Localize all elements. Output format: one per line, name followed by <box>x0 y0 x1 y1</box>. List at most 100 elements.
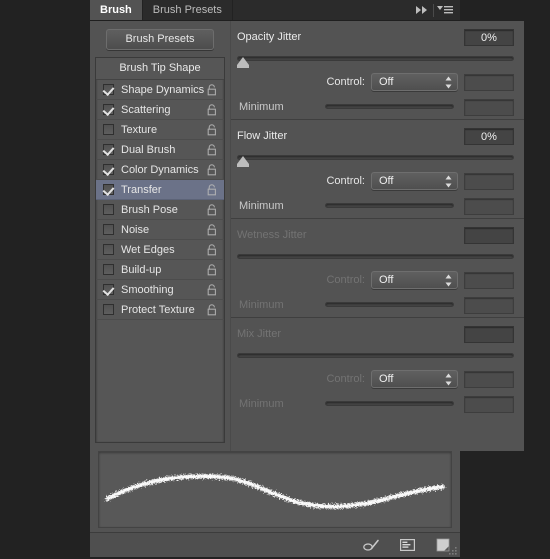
slider-track[interactable] <box>237 155 514 160</box>
brush-option-label: Transfer <box>121 183 162 196</box>
brush-option-label: Wet Edges <box>121 243 175 256</box>
minimum-row: Minimum <box>237 293 514 317</box>
jitter-section: Wetness Jitter Control: Off Minimum <box>231 218 524 317</box>
brush-option-checkbox[interactable] <box>103 204 114 215</box>
minimum-slider-track[interactable] <box>325 203 454 208</box>
lock-icon[interactable] <box>207 263 218 276</box>
minimum-label: Minimum <box>239 299 284 311</box>
brush-option-checkbox[interactable] <box>103 144 114 155</box>
tab-brush[interactable]: Brush <box>90 0 143 20</box>
lock-icon[interactable] <box>207 223 218 236</box>
lock-icon[interactable] <box>207 123 218 136</box>
lock-icon[interactable] <box>207 303 218 316</box>
brush-option-checkbox[interactable] <box>103 284 114 295</box>
brush-option-row[interactable]: Protect Texture <box>96 300 224 320</box>
brush-option-row[interactable]: Texture <box>96 120 224 140</box>
control-extra-field[interactable] <box>464 73 514 91</box>
brush-tip-shape-header[interactable]: Brush Tip Shape <box>96 58 224 80</box>
minimum-value-field[interactable] <box>464 98 514 116</box>
control-select[interactable]: Off <box>371 271 458 289</box>
section-slider[interactable] <box>237 152 514 167</box>
section-title: Wetness Jitter <box>237 229 307 241</box>
section-value-field[interactable]: 0% <box>464 28 514 46</box>
stepper-arrows-svg <box>445 175 452 188</box>
brush-option-checkbox[interactable] <box>103 244 114 255</box>
control-select[interactable]: Off <box>371 172 458 190</box>
slider-track[interactable] <box>237 56 514 61</box>
brush-option-checkbox[interactable] <box>103 264 114 275</box>
lock-icon[interactable] <box>207 83 218 96</box>
slider-thumb[interactable] <box>237 57 249 68</box>
brush-option-row[interactable]: Shape Dynamics <box>96 80 224 100</box>
minimum-slider[interactable] <box>317 397 456 411</box>
brush-option-row[interactable]: Smoothing <box>96 280 224 300</box>
panel-body: Brush Presets Brush Tip Shape Shape Dyna… <box>90 21 524 451</box>
tab-brush-presets[interactable]: Brush Presets <box>142 0 233 20</box>
brush-option-row[interactable]: Noise <box>96 220 224 240</box>
minimum-slider-track[interactable] <box>325 401 454 406</box>
minimum-slider[interactable] <box>317 199 456 213</box>
control-label: Control: <box>326 274 365 286</box>
minimum-value-field[interactable] <box>464 197 514 215</box>
panel-menu-icon[interactable] <box>434 0 456 20</box>
brush-option-checkbox[interactable] <box>103 224 114 235</box>
section-slider[interactable] <box>237 350 514 364</box>
slider-track[interactable] <box>237 254 514 259</box>
brush-option-row[interactable]: Color Dynamics <box>96 160 224 180</box>
brush-option-row[interactable]: Transfer <box>96 180 224 200</box>
brush-option-checkbox[interactable] <box>103 184 114 195</box>
jitter-section: Flow Jitter 0% Control: Off Minimum <box>231 119 524 218</box>
slider-track[interactable] <box>237 353 514 358</box>
minimum-value-field[interactable] <box>464 395 514 413</box>
brush-option-label: Smoothing <box>121 283 174 296</box>
lock-icon[interactable] <box>207 203 218 216</box>
lock-icon[interactable] <box>207 243 218 256</box>
minimum-row: Minimum <box>237 95 514 119</box>
control-extra-field[interactable] <box>464 370 514 388</box>
brush-option-row[interactable]: Wet Edges <box>96 240 224 260</box>
collapse-to-icons-icon[interactable] <box>411 0 433 20</box>
section-slider[interactable] <box>237 251 514 265</box>
lock-icon[interactable] <box>207 183 218 196</box>
brush-option-checkbox[interactable] <box>103 124 114 135</box>
minimum-slider-track[interactable] <box>325 104 454 109</box>
section-value-field[interactable] <box>464 325 514 343</box>
control-select[interactable]: Off <box>371 73 458 91</box>
minimum-slider[interactable] <box>317 298 456 312</box>
control-extra-field[interactable] <box>464 271 514 289</box>
create-new-brush-from-settings-icon[interactable] <box>398 537 416 553</box>
brush-option-row[interactable]: Build-up <box>96 260 224 280</box>
brush-option-checkbox[interactable] <box>103 304 114 315</box>
brush-option-row[interactable]: Brush Pose <box>96 200 224 220</box>
minimum-value-field[interactable] <box>464 296 514 314</box>
minimum-slider[interactable] <box>317 100 456 114</box>
control-extra-field[interactable] <box>464 172 514 190</box>
brush-option-checkbox[interactable] <box>103 164 114 175</box>
section-header: Wetness Jitter <box>237 219 514 247</box>
tab-brush-label: Brush <box>100 4 132 16</box>
minimum-slider-track[interactable] <box>325 302 454 307</box>
section-value-field[interactable] <box>464 226 514 244</box>
toggle-brush-options-icon[interactable] <box>362 537 380 553</box>
brush-option-row[interactable]: Dual Brush <box>96 140 224 160</box>
stepper-arrows-svg <box>445 373 452 386</box>
brush-option-checkbox[interactable] <box>103 84 114 95</box>
lock-icon[interactable] <box>207 103 218 116</box>
lock-icon-svg <box>207 123 216 135</box>
lock-icon[interactable] <box>207 283 218 296</box>
brush-presets-button[interactable]: Brush Presets <box>106 29 214 50</box>
lock-icon-svg <box>207 283 216 295</box>
brush-option-label: Texture <box>121 123 158 136</box>
slider-thumb[interactable] <box>237 156 249 167</box>
lock-icon[interactable] <box>207 163 218 176</box>
lock-icon[interactable] <box>207 143 218 156</box>
section-value-field[interactable]: 0% <box>464 127 514 145</box>
brush-option-label: Protect Texture <box>121 303 195 316</box>
brush-option-row[interactable]: Scattering <box>96 100 224 120</box>
brush-option-checkbox[interactable] <box>103 104 114 115</box>
control-select[interactable]: Off <box>371 370 458 388</box>
minimum-label: Minimum <box>239 398 284 410</box>
minimum-row: Minimum <box>237 194 514 218</box>
panel-resize-grip[interactable] <box>448 546 458 556</box>
section-slider[interactable] <box>237 53 514 68</box>
